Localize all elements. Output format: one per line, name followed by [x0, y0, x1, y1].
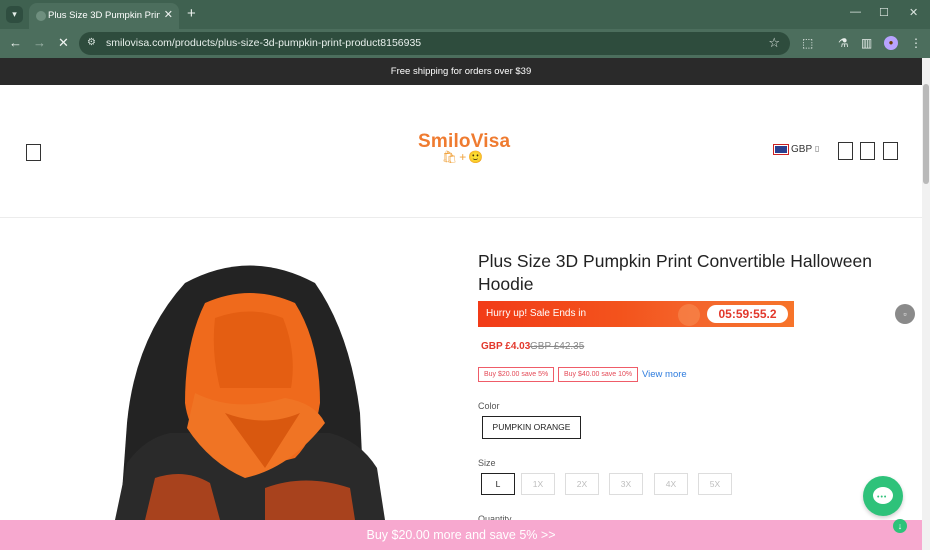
coupon-tag[interactable]: Buy $20.00 save 5% — [478, 367, 555, 382]
floating-side-button[interactable]: ▫ — [895, 304, 915, 324]
browser-tab-bar: ▾ Plus Size 3D Pumpkin Print Co ✕ + — ☐ … — [0, 0, 930, 29]
browser-menu-icon[interactable]: ⋮ — [910, 36, 922, 50]
search-icon[interactable] — [838, 142, 853, 160]
back-icon[interactable]: ← — [9, 35, 22, 50]
forward-icon[interactable]: → — [33, 35, 46, 50]
browser-tab[interactable]: Plus Size 3D Pumpkin Print Co ✕ — [29, 3, 179, 29]
color-label: Color — [478, 401, 500, 411]
page-scrollbar[interactable] — [922, 58, 930, 550]
view-more-link[interactable]: View more — [642, 369, 687, 380]
announcement-bar: Free shipping for orders over $39 — [0, 58, 922, 85]
countdown-timer: 05:59:55.2 — [707, 305, 788, 323]
logo-bag-smile-icon: 🛍+🙂 — [442, 150, 486, 164]
coupon-tag[interactable]: Buy $40.00 save 10% — [558, 367, 639, 382]
tab-favicon-icon — [36, 11, 46, 21]
currency-dropdown-icon[interactable]: ▯ — [815, 144, 819, 153]
size-option[interactable]: 2X — [565, 473, 599, 495]
size-option[interactable]: 1X — [521, 473, 555, 495]
minimize-icon[interactable]: — — [850, 6, 861, 18]
site-header: SmiloVisa 🛍+🙂 GBP ▯ — [0, 85, 922, 218]
browser-toolbar: ← → ✕ ⚙ smilovisa.com/products/plus-size… — [0, 29, 930, 58]
size-label: Size — [478, 458, 496, 468]
size-option[interactable]: L — [481, 473, 515, 495]
chat-button[interactable]: ••• — [863, 476, 903, 516]
scrollbar-thumb[interactable] — [923, 84, 929, 184]
sale-decoration — [678, 304, 700, 326]
sale-price: GBP £4.03 — [481, 341, 531, 352]
uk-flag-icon[interactable] — [773, 144, 789, 155]
original-price: GBP £42.35 — [530, 341, 585, 352]
stop-loading-icon[interactable]: ✕ — [58, 35, 69, 51]
color-option-pumpkin-orange[interactable]: PUMPKIN ORANGE — [482, 416, 581, 439]
sale-text: Hurry up! Sale Ends in — [486, 308, 587, 319]
maximize-icon[interactable]: ☐ — [879, 6, 889, 19]
site-info-icon[interactable]: ⚙ — [87, 37, 96, 48]
extensions-icon[interactable]: ⬚ — [802, 36, 813, 50]
window-close-icon[interactable]: ✕ — [909, 6, 918, 19]
account-icon[interactable] — [860, 142, 875, 160]
currency-selector[interactable]: GBP — [791, 144, 812, 155]
size-option[interactable]: 5X — [698, 473, 732, 495]
sale-countdown-banner: Hurry up! Sale Ends in 05:59:55.2 — [478, 301, 794, 327]
address-bar[interactable]: ⚙ smilovisa.com/products/plus-size-3d-pu… — [79, 32, 790, 55]
chat-dots-icon: ••• — [877, 494, 888, 501]
new-tab-icon[interactable]: + — [187, 5, 196, 22]
promo-bar[interactable]: Buy $20.00 more and save 5% >> — [0, 520, 922, 550]
cart-icon[interactable] — [883, 142, 898, 160]
size-option[interactable]: 4X — [654, 473, 688, 495]
tab-title: Plus Size 3D Pumpkin Print Co — [48, 10, 160, 21]
download-icon[interactable]: ↓ — [893, 519, 907, 533]
tab-close-icon[interactable]: ✕ — [164, 8, 173, 21]
url-text[interactable]: smilovisa.com/products/plus-size-3d-pump… — [106, 37, 421, 49]
side-panel-icon[interactable]: ▥ — [861, 36, 872, 50]
product-image[interactable] — [115, 263, 385, 520]
product-title: Plus Size 3D Pumpkin Print Convertible H… — [478, 251, 872, 294]
tab-search-icon[interactable]: ▾ — [6, 6, 23, 23]
bookmark-star-icon[interactable]: ☆ — [768, 35, 780, 51]
size-option[interactable]: 3X — [609, 473, 643, 495]
profile-avatar[interactable]: ● — [884, 36, 898, 50]
hamburger-menu-icon[interactable] — [26, 144, 41, 161]
labs-icon[interactable]: ⚗ — [838, 36, 849, 50]
